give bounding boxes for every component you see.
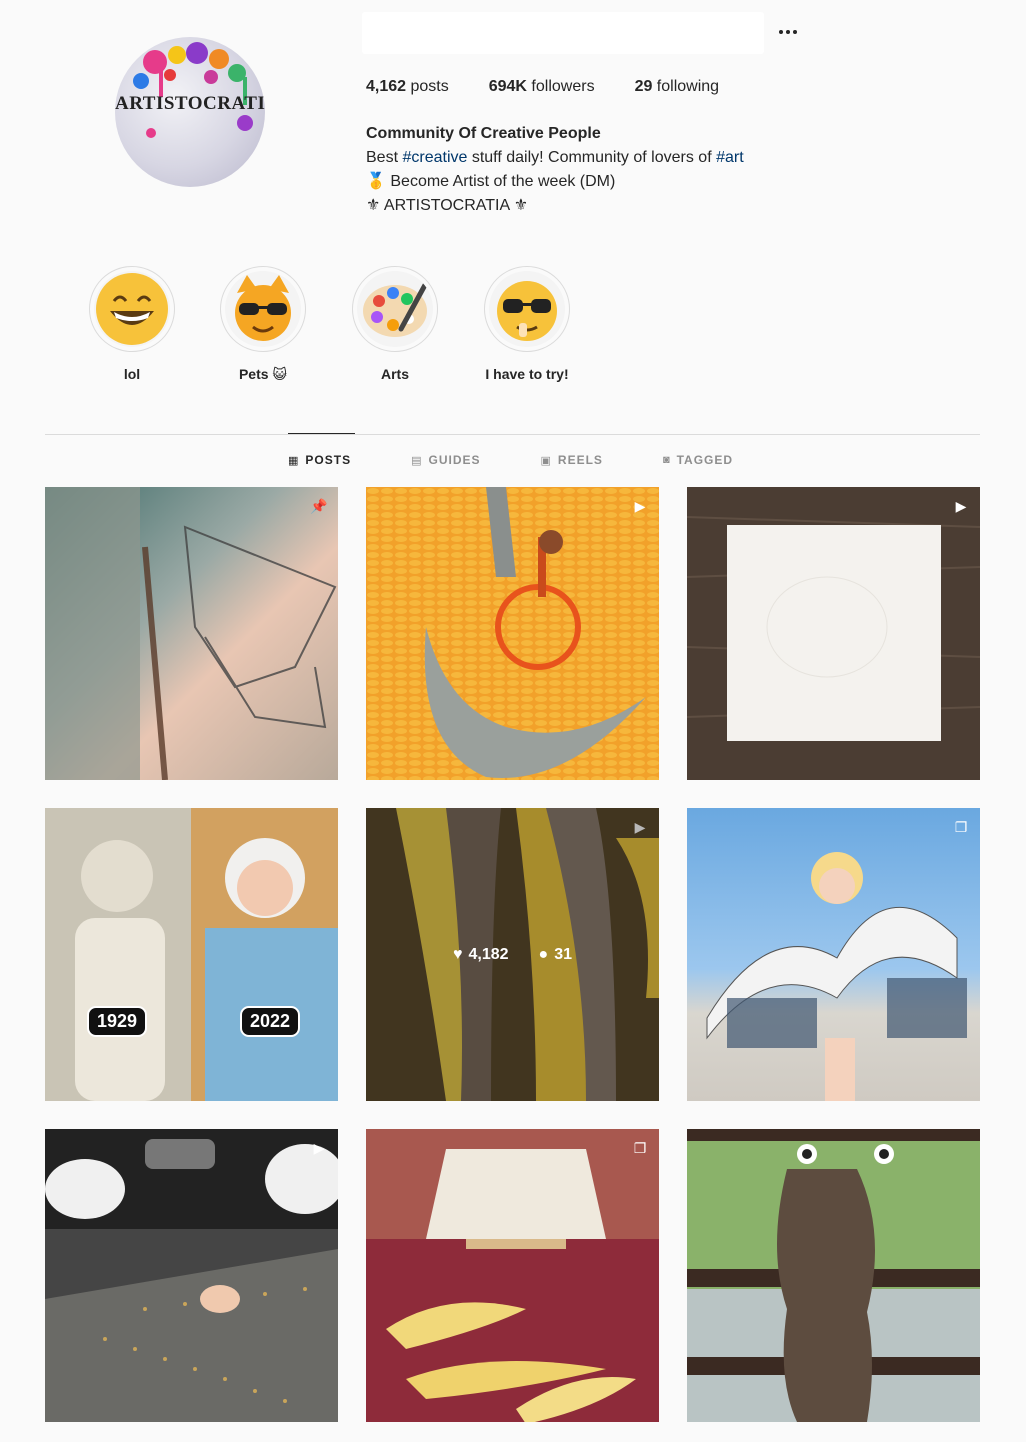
post-image	[366, 487, 659, 780]
highlight-ring	[220, 266, 306, 352]
comments-value: 31	[554, 945, 572, 963]
tab-guides[interactable]: ▤ GUIDES	[411, 434, 480, 486]
highlight-label: lol	[123, 366, 141, 382]
posts-count: 4,162 posts	[366, 78, 449, 96]
comments-count: ● 31	[539, 946, 572, 964]
followers-count-label: followers	[526, 78, 595, 95]
post-tile[interactable]: ❐	[687, 808, 980, 1101]
highlight-lol[interactable]: lol	[88, 266, 176, 382]
reel-icon: ▶	[313, 1139, 325, 1156]
highlight-cover	[225, 271, 301, 347]
highlight-label: Arts	[380, 366, 409, 382]
tab-reels[interactable]: ▣ REELS	[541, 434, 603, 486]
palette-icon	[363, 282, 428, 337]
highlight-arts[interactable]: Arts	[351, 266, 439, 382]
reel-icon: ▶	[955, 497, 967, 514]
highlight-ring	[484, 266, 570, 352]
hashtag-art-link[interactable]: #art	[716, 149, 744, 166]
post-image	[45, 487, 337, 780]
post-tile[interactable]: ▶ ♥ 4,182 ● 31	[366, 808, 659, 1101]
profile-tabs: ▦ POSTS ▤ GUIDES ▣ REELS ◙ TAGGED	[288, 433, 793, 486]
following-count-value: 29	[634, 78, 653, 95]
post-hover-overlay: ♥ 4,182 ● 31	[366, 808, 659, 1101]
likes-count: ♥ 4,182	[453, 946, 509, 964]
profile-full-name: Community Of Creative People	[366, 125, 601, 142]
followers-count-value: 694K	[488, 78, 527, 95]
post-image	[366, 1129, 659, 1422]
reel-icon: ▶	[634, 497, 646, 514]
tab-label: GUIDES	[428, 453, 481, 467]
highlight-label: I have to try!	[485, 366, 569, 382]
bio-text: stuff daily! Community of lovers of	[467, 149, 717, 166]
profile-avatar[interactable]: ARTISTOCRATIA	[115, 37, 265, 187]
year-label: 1929	[87, 1006, 148, 1037]
highlight-pets[interactable]: Pets 😺	[219, 266, 307, 383]
tab-posts[interactable]: ▦ POSTS	[288, 433, 356, 486]
post-image	[687, 1129, 980, 1422]
hashtag-creative-link[interactable]: #creative	[402, 149, 467, 166]
bio-line-1: Best #creative stuff daily! Community of…	[366, 146, 744, 170]
guide-icon: ▤	[411, 454, 423, 467]
bio-line-2: 🥇 Become Artist of the week (DM)	[366, 173, 616, 190]
avatar-logo-text: ARTISTOCRATIA	[115, 93, 265, 114]
tab-label: TAGGED	[676, 453, 734, 467]
post-tile[interactable]: ▶	[366, 487, 659, 780]
post-image	[45, 808, 338, 1101]
highlight-i-have-to-try[interactable]: I have to try!	[483, 266, 571, 382]
carousel-icon: ❐	[954, 818, 968, 835]
pin-icon: 📌	[310, 497, 328, 514]
following-count-label: following	[652, 78, 720, 95]
post-image	[706, 852, 967, 1101]
post-tile[interactable]: 📌	[45, 487, 338, 780]
carousel-icon: ❐	[633, 1139, 647, 1156]
tab-label: POSTS	[305, 453, 352, 467]
comment-bubble-icon: ●	[538, 945, 549, 963]
post-tile[interactable]: 1929 2022	[45, 808, 338, 1101]
ellipsis-icon	[779, 30, 783, 34]
ellipsis-dot	[793, 30, 797, 34]
profile-bio: Community Of Creative People Best #creat…	[366, 122, 744, 218]
post-tile[interactable]: ▶	[687, 487, 980, 780]
followers-link[interactable]: 694K followers	[489, 78, 595, 96]
bio-line-3: ⚜ ARTISTOCRATIA ⚜	[366, 197, 529, 214]
post-tile[interactable]: ▶	[45, 1129, 338, 1422]
post-tile[interactable]: ❐	[366, 1129, 659, 1422]
more-options-button[interactable]	[772, 20, 804, 44]
tagged-icon: ◙	[662, 454, 671, 466]
heart-icon: ♥	[452, 945, 463, 963]
highlight-cover	[489, 271, 565, 347]
highlight-label: Pets 😺	[238, 366, 288, 382]
post-image	[45, 1129, 338, 1422]
nerd-face-icon	[497, 281, 557, 341]
year-label: 2022	[240, 1006, 301, 1037]
bio-text: Best	[366, 149, 403, 166]
reels-icon: ▣	[540, 454, 552, 467]
highlight-ring	[89, 266, 175, 352]
profile-stats: 4,162 posts 694K followers 29 following	[366, 78, 759, 96]
ellipsis-dot	[786, 30, 790, 34]
following-link[interactable]: 29 following	[635, 78, 720, 96]
post-tile[interactable]	[687, 1129, 980, 1422]
grid-icon: ▦	[288, 454, 300, 467]
cool-cat-icon	[235, 275, 291, 341]
tab-label: REELS	[557, 453, 603, 467]
post-image	[687, 516, 980, 741]
posts-count-value: 4,162	[366, 78, 407, 95]
posts-count-label: posts	[406, 78, 449, 95]
username-redacted	[362, 12, 764, 54]
highlight-ring	[352, 266, 438, 352]
grinning-face-icon	[96, 273, 168, 345]
likes-value: 4,182	[468, 945, 509, 963]
tab-tagged[interactable]: ◙ TAGGED	[663, 434, 733, 486]
highlight-cover	[357, 271, 433, 347]
highlight-cover	[94, 271, 170, 347]
